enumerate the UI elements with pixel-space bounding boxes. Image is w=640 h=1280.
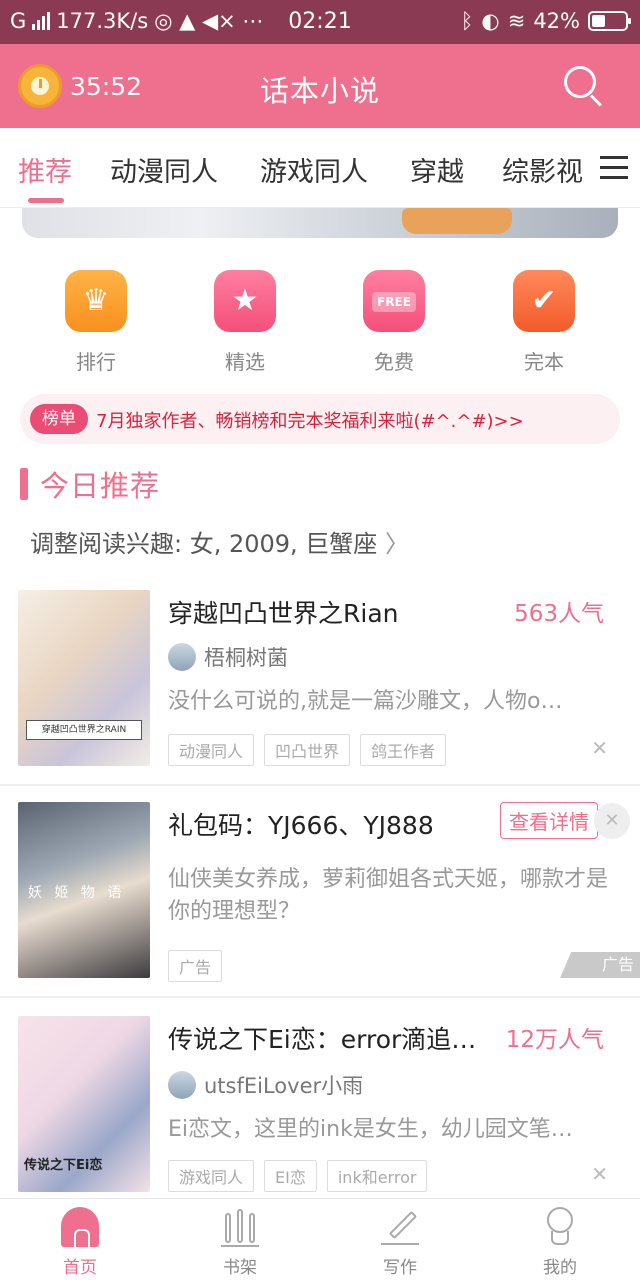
nav-write[interactable]: 写作 xyxy=(360,1207,440,1278)
announcement-banner[interactable]: 榜单 7月独家作者、畅销榜和完本奖福利来啦(#^.^#)>> xyxy=(20,394,620,444)
banner-image xyxy=(402,208,512,234)
tab-time-travel[interactable]: 穿越 xyxy=(410,150,464,189)
nav-label: 写作 xyxy=(383,1258,417,1278)
nav-label: 我的 xyxy=(543,1258,577,1278)
tab-film-tv[interactable]: 综影视 xyxy=(502,150,583,189)
cover-title: 穿越凹凸世界之RAIN xyxy=(26,720,142,740)
entry-free[interactable]: FREE 免费 xyxy=(334,270,454,375)
menu-icon[interactable] xyxy=(600,156,628,180)
bluetooth-icon: ᛒ xyxy=(460,9,474,33)
cover-title: 传说之下Ei恋 xyxy=(24,1158,103,1173)
nav-profile[interactable]: 我的 xyxy=(520,1207,600,1278)
entry-featured[interactable]: ★ 精选 xyxy=(185,270,305,375)
announcement-tag: 榜单 xyxy=(30,404,88,434)
book-description: Ei恋文，这里的ink是女生，幼儿园文笔… xyxy=(168,1117,573,1142)
book-tag[interactable]: EI恋 xyxy=(264,1160,317,1192)
avatar xyxy=(168,1071,196,1099)
section-title: 今日推荐 xyxy=(40,469,161,503)
author-name: utsfEiLover小雨 xyxy=(204,1074,364,1098)
section-header: 今日推荐 xyxy=(20,466,161,503)
book-tag[interactable]: ink和error xyxy=(326,1160,428,1192)
view-details-button[interactable]: 查看详情 xyxy=(500,802,598,839)
close-ad-icon[interactable]: ✕ xyxy=(594,803,630,839)
book-card[interactable]: 穿越凹凸世界之RAIN 穿越凹凸世界之Rian 563人气 梧桐树菌 没什么可说… xyxy=(0,584,640,784)
reading-preferences-link[interactable]: 调整阅读兴趣: 女, 2009, 巨蟹座 〉 xyxy=(30,524,409,559)
book-tags: 游戏同人 EI恋 ink和error xyxy=(168,1160,428,1192)
ad-cover: 妖 姬 物 语 xyxy=(18,802,150,978)
book-tag[interactable]: 动漫同人 xyxy=(168,734,255,766)
app-title: 话本小说 xyxy=(259,74,380,108)
nav-home[interactable]: 首页 xyxy=(40,1207,120,1278)
battery-percent: 42% xyxy=(533,9,580,33)
book-tag[interactable]: 鸽王作者 xyxy=(360,734,447,766)
tab-anime-fanfic[interactable]: 动漫同人 xyxy=(110,150,218,189)
author-name: 梧桐树菌 xyxy=(204,646,288,670)
ad-watermark: 广告 xyxy=(560,952,640,978)
divider xyxy=(0,996,640,998)
user-icon xyxy=(541,1207,579,1247)
quick-entries: ♛ 排行 ★ 精选 FREE 免费 ✔ 完本 xyxy=(0,270,640,380)
status-right: ᛒ ◐ ≋ 42% xyxy=(460,9,631,33)
search-button[interactable] xyxy=(564,66,604,107)
book-description: 没什么可说的,就是一篇沙雕文，人物o… xyxy=(168,689,563,714)
battery-icon xyxy=(588,11,631,31)
book-author: 梧桐树菌 xyxy=(168,642,288,672)
bookshelf-icon xyxy=(221,1207,259,1247)
book-cover: 穿越凹凸世界之RAIN xyxy=(18,590,150,766)
trophy-icon: ♛ xyxy=(65,270,127,332)
ad-cover-title: 妖 姬 物 语 xyxy=(28,885,126,901)
book-tag[interactable]: 游戏同人 xyxy=(168,1160,255,1192)
category-tabs: 推荐 动漫同人 游戏同人 穿越 综影视 xyxy=(0,128,640,208)
ad-label: 广告 xyxy=(168,950,223,982)
status-bar: G 177.3K/s ◎ ▲ ◀× ⋯ 02:21 ᛒ ◐ ≋ 42% xyxy=(0,0,640,44)
tab-game-fanfic[interactable]: 游戏同人 xyxy=(260,150,368,189)
book-cover: 传说之下Ei恋 xyxy=(18,1016,150,1192)
book-popularity: 563人气 xyxy=(514,601,604,627)
entry-completed[interactable]: ✔ 完本 xyxy=(484,270,604,375)
star-icon: ★ xyxy=(214,270,276,332)
announcement-text: 7月独家作者、畅销榜和完本奖福利来啦(#^.^#)>> xyxy=(96,411,524,432)
free-icon: FREE xyxy=(363,270,425,332)
book-card[interactable]: 传说之下Ei恋 传说之下Ei恋：error滴追… 12万人气 utsfEiLov… xyxy=(0,1000,640,1198)
pencil-icon xyxy=(381,1207,419,1247)
ad-title: 礼包码：YJ666、YJ888 xyxy=(168,811,434,840)
nav-label: 首页 xyxy=(63,1258,97,1278)
banner-carousel[interactable] xyxy=(22,208,618,238)
entry-label: 完本 xyxy=(524,350,564,374)
book-title: 穿越凹凸世界之Rian xyxy=(168,599,399,628)
tab-recommend[interactable]: 推荐 xyxy=(18,150,72,189)
dismiss-icon[interactable]: ✕ xyxy=(591,1162,608,1186)
book-tag[interactable]: 凹凸世界 xyxy=(264,734,351,766)
entry-label: 精选 xyxy=(225,350,265,374)
ad-description: 仙侠美女养成，萝莉御姐各式天姬，哪款才是你的理想型？ xyxy=(168,867,609,924)
entry-label: 免费 xyxy=(374,350,414,374)
bottom-navigation: 首页 书架 写作 我的 xyxy=(0,1198,640,1280)
entry-ranking[interactable]: ♛ 排行 xyxy=(36,270,156,375)
search-icon xyxy=(564,66,596,98)
dismiss-icon[interactable]: ✕ xyxy=(591,736,608,760)
app-header: 35:52 话本小说 xyxy=(0,44,640,128)
book-author: utsfEiLover小雨 xyxy=(168,1070,363,1100)
active-tab-indicator xyxy=(28,198,64,203)
checkmark-icon: ✔ xyxy=(513,270,575,332)
nav-bookshelf[interactable]: 书架 xyxy=(200,1207,280,1278)
avatar xyxy=(168,643,196,671)
entry-label: 排行 xyxy=(76,350,116,374)
section-accent-bar xyxy=(20,468,28,500)
mute-icon: ◐ xyxy=(481,9,500,33)
book-popularity: 12万人气 xyxy=(505,1027,604,1053)
book-title: 传说之下Ei恋：error滴追… xyxy=(168,1025,477,1054)
wifi-icon: ≋ xyxy=(507,9,526,33)
nav-label: 书架 xyxy=(223,1258,257,1278)
chevron-right-icon: 〉 xyxy=(384,530,409,558)
home-icon xyxy=(61,1207,99,1249)
book-tags: 动漫同人 凹凸世界 鸽王作者 xyxy=(168,734,447,766)
